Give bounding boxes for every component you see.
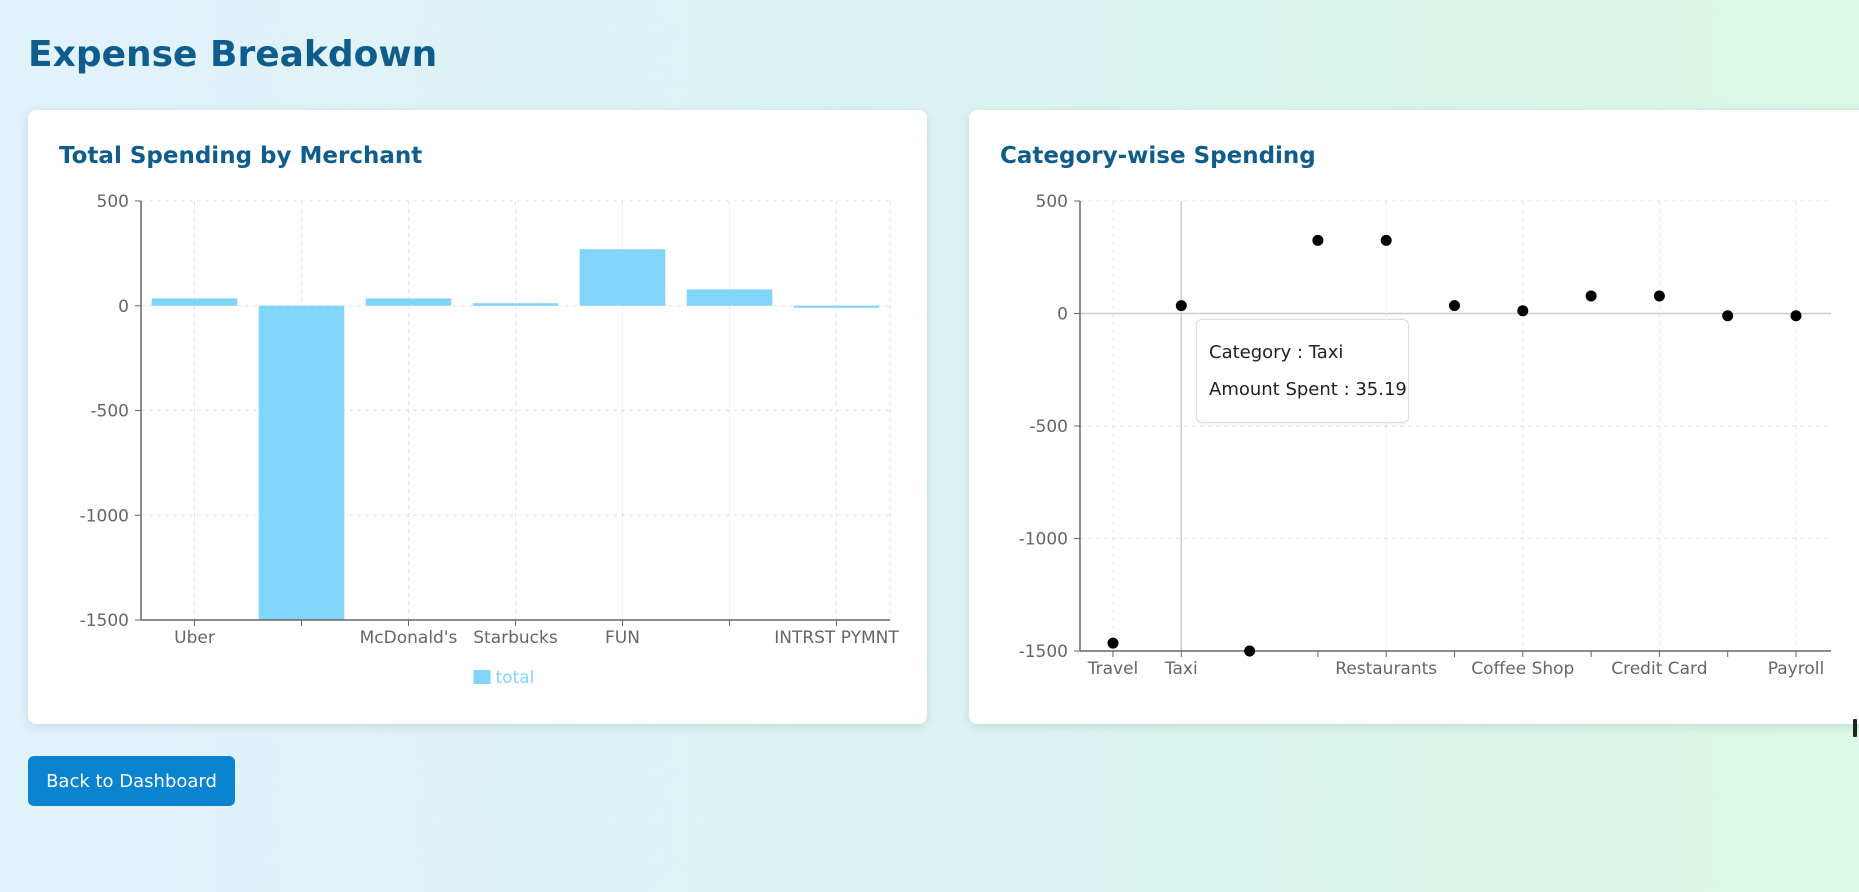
scatter-point [1175,300,1187,312]
scatter-x-tick-label: Taxi [1164,659,1198,679]
scatter-x-tick-label: Credit Card [1611,659,1707,679]
bar-y-tick-label: -1000 [80,506,129,526]
scatter-x-tick-label: Payroll [1768,659,1824,679]
scatter-point [1244,645,1256,657]
category-chart-card: Category-wise Spending 500 0 -500 -1000 -150… [969,110,1859,724]
scatter-point [1653,290,1665,302]
scatter-x-tick-label: Travel [1087,659,1139,679]
bar-x-tick-label: Uber [174,628,215,648]
bar-x-tick-label: FUN [605,628,640,648]
scatter-point [1790,310,1802,322]
scatter-point [1312,234,1324,246]
bar [686,289,773,306]
bar-y-tick-label: 0 [118,297,129,317]
scatter-point [1449,300,1460,312]
tooltip-amount: Amount Spent : 35.19 [1209,379,1407,400]
category-scatter-chart: 500 0 -500 -1000 -1500 Travel Taxi Restaurants C… [1019,192,1831,679]
scatter-y-tick-label: -1500 [1019,642,1068,662]
scatter-point [1107,637,1119,649]
bar-y-tick-label: -500 [90,402,129,422]
bar-y-tick-label: -1500 [80,611,129,631]
merchant-bar-chart: 500 0 -500 -1000 -1500 Uber McDonald's Starbuck… [80,192,900,688]
bar [472,303,559,306]
tooltip-category: Category : Taxi [1209,342,1344,363]
bar [365,298,452,306]
scatter-y-tick-label: -1000 [1019,530,1068,550]
merchant-chart-card: Total Spending by Merchant 500 0 -500 -1000… [28,110,927,724]
back-to-dashboard-button[interactable]: Back to Dashboard [28,756,235,806]
scatter-point [1380,234,1392,246]
scatter-point [1585,290,1597,302]
scatter-point [1517,305,1529,317]
bar [151,298,238,306]
page-title: Expense Breakdown [28,34,438,75]
scatter-point [1722,310,1734,322]
bar-x-tick-label: INTRST PYMNT [774,628,899,648]
legend-label: total [496,668,535,688]
scatter-x-tick-label: Coffee Shop [1471,659,1574,679]
scatter-x-tick-label: Restaurants [1335,659,1437,679]
bar-x-tick-label: Starbucks [473,628,558,648]
bar [258,305,345,620]
bar [579,249,666,306]
bar-x-tick-label: McDonald's [360,628,458,648]
bar-y-tick-label: 500 [97,192,129,212]
legend-swatch [473,670,491,684]
scatter-y-tick-label: -500 [1029,417,1068,437]
scatter-y-tick-label: 0 [1057,305,1068,325]
bar [793,305,880,308]
text-cursor-icon [1853,719,1857,737]
scatter-y-tick-label: 500 [1036,192,1068,212]
chart-tooltip: Category : Taxi Amount Spent : 35.19 [1196,319,1409,423]
